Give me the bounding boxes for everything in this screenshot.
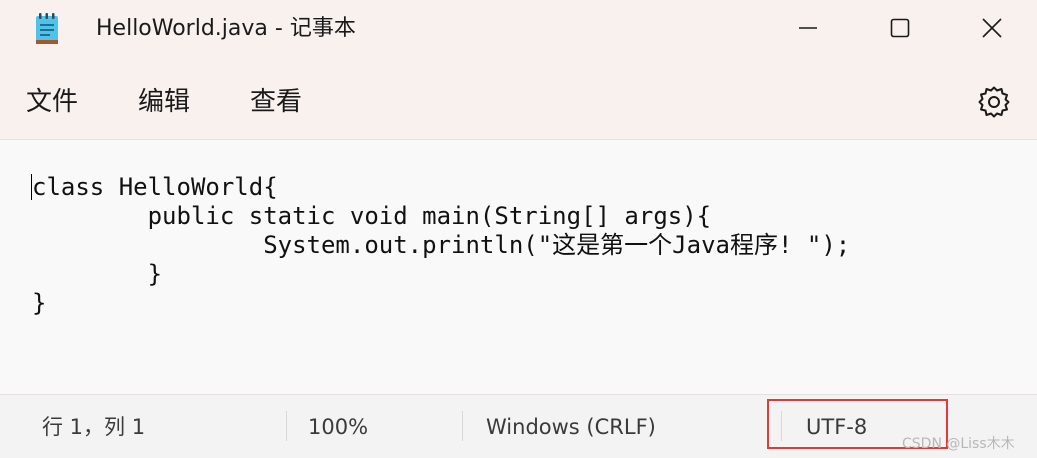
- minimize-icon: [799, 27, 817, 29]
- close-icon: [982, 18, 1002, 38]
- maximize-button[interactable]: [854, 0, 946, 56]
- text-editor[interactable]: class HelloWorld{ public static void mai…: [0, 139, 1037, 395]
- notepad-window: HelloWorld.java - 记事本 文件 编辑 查看 class Hel…: [0, 0, 1037, 458]
- title-bar[interactable]: HelloWorld.java - 记事本: [0, 0, 1037, 58]
- menu-file[interactable]: 文件: [26, 84, 78, 120]
- maximize-icon: [890, 18, 910, 38]
- menu-bar: 文件 编辑 查看: [0, 70, 1037, 136]
- gear-icon[interactable]: [976, 84, 1012, 120]
- window-title: HelloWorld.java - 记事本: [96, 16, 356, 41]
- menu-edit[interactable]: 编辑: [138, 84, 190, 120]
- minimize-button[interactable]: [762, 0, 854, 56]
- status-divider: [286, 411, 287, 441]
- line-ending: Windows (CRLF): [486, 415, 656, 439]
- status-divider: [462, 411, 463, 441]
- watermark: CSDN @Liss木木: [902, 436, 1015, 452]
- text-caret: [31, 174, 32, 200]
- editor-content[interactable]: class HelloWorld{ public static void mai…: [32, 173, 850, 318]
- menu-view[interactable]: 查看: [250, 84, 302, 120]
- close-button[interactable]: [946, 0, 1037, 56]
- cursor-position: 行 1，列 1: [42, 415, 146, 439]
- notepad-icon: [36, 13, 58, 44]
- zoom-level: 100%: [308, 415, 369, 439]
- status-bar: 行 1，列 1 100% Windows (CRLF) UTF-8: [0, 395, 1037, 458]
